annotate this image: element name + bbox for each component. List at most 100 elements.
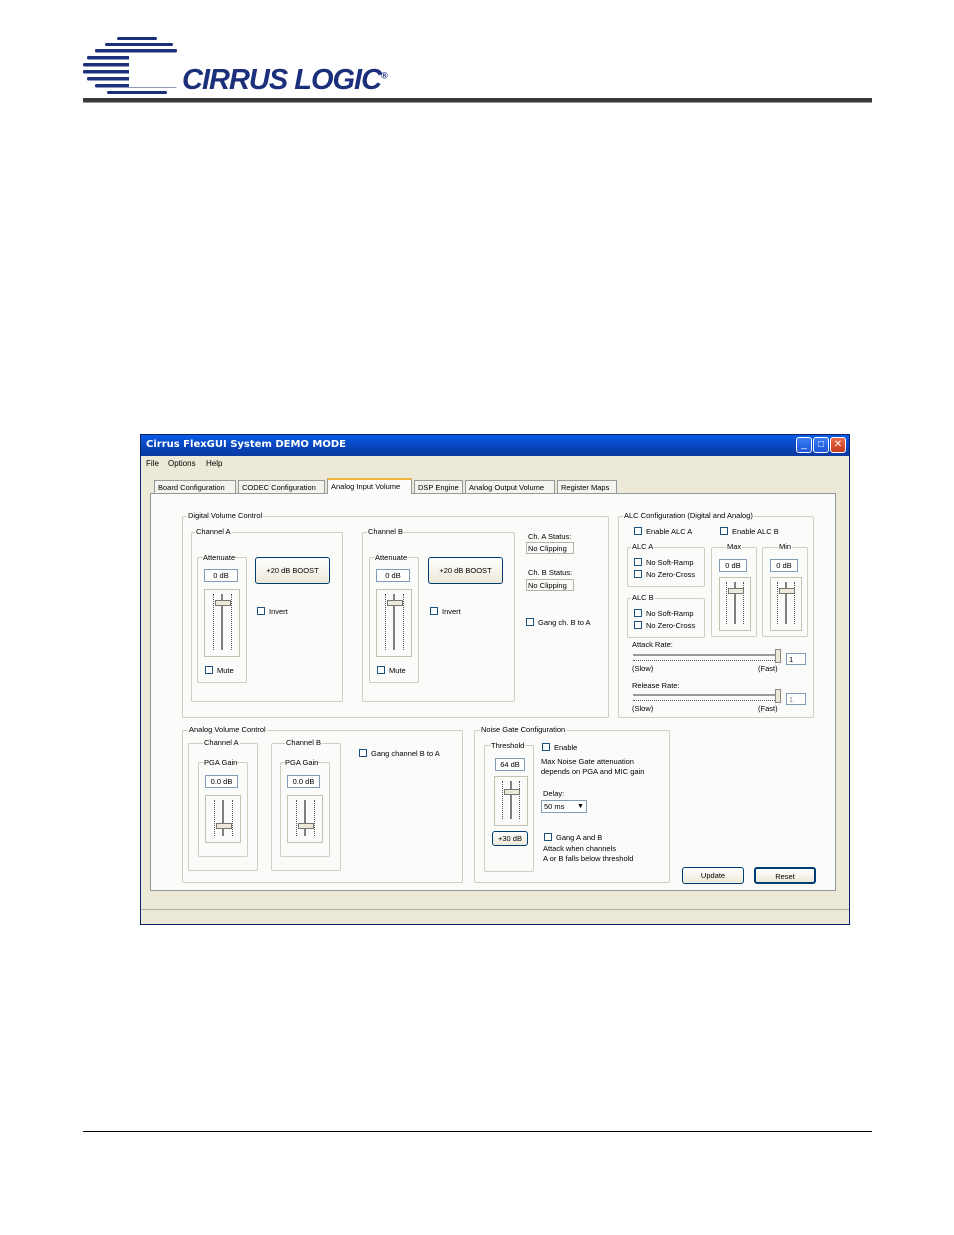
release-rate-label: Release Rate: — [632, 681, 680, 690]
delay-value: 50 ms — [544, 802, 565, 811]
attenuate-a-label: Attenuate — [203, 553, 236, 562]
attack-slow-label: (Slow) — [632, 664, 654, 673]
digital-volume-title: Digital Volume Control — [187, 511, 264, 520]
attack-rate-value[interactable]: 1 — [786, 653, 806, 665]
tab-analog-input-volume[interactable]: Analog Input Volume — [327, 478, 412, 494]
invert-b-checkbox[interactable] — [430, 607, 438, 615]
title-bar[interactable]: Cirrus FlexGUI System DEMO MODE _ □ ✕ — [141, 435, 849, 456]
tab-analog-output-volume[interactable]: Analog Output Volume — [465, 480, 555, 493]
menu-help[interactable]: Help — [206, 459, 222, 468]
digital-channel-b-title: Channel B — [367, 527, 405, 536]
alc-b-soft-ramp-checkbox[interactable] — [634, 609, 642, 617]
alc-min-slider[interactable] — [770, 577, 802, 631]
footer-divider — [83, 1131, 872, 1132]
noise-gate-title: Noise Gate Configuration — [480, 725, 567, 734]
digital-channel-a-title: Channel A — [195, 527, 232, 536]
header-divider — [83, 98, 872, 103]
attenuate-b-label: Attenuate — [375, 553, 408, 562]
attenuate-a-slider[interactable] — [204, 589, 240, 657]
invert-a-checkbox[interactable] — [257, 607, 265, 615]
tab-board-configuration[interactable]: Board Configuration — [154, 480, 236, 493]
update-button[interactable]: Update — [682, 867, 744, 884]
threshold-boost-button[interactable]: +30 dB — [492, 831, 528, 846]
release-rate-thumb[interactable] — [775, 689, 781, 703]
brand-wordmark: CIRRUS LOGIC® — [182, 64, 388, 96]
release-rate-slider[interactable] — [633, 689, 781, 705]
boost-b-button[interactable]: +20 dB BOOST — [428, 557, 503, 584]
alc-min-title: Min — [778, 542, 793, 551]
pga-gain-b-slider[interactable] — [287, 795, 323, 843]
attenuate-b-slider[interactable] — [376, 589, 412, 657]
alc-min-value[interactable]: 0 dB — [770, 559, 798, 572]
status-bar — [141, 909, 849, 925]
mute-a-checkbox[interactable] — [205, 666, 213, 674]
delay-select[interactable]: 50 ms ▼ — [541, 800, 587, 813]
attack-rate-slider[interactable] — [633, 649, 781, 665]
gang-analog-checkbox[interactable] — [359, 749, 367, 757]
pga-gain-a-value[interactable]: 0.0 dB — [205, 775, 238, 788]
analog-channel-b-title: Channel B — [285, 738, 323, 747]
pga-gain-b-value[interactable]: 0.0 dB — [287, 775, 320, 788]
status-a-label: Ch. A Status: — [528, 532, 572, 541]
mute-b-label: Mute — [389, 666, 406, 675]
status-b-label: Ch. B Status: — [528, 568, 573, 577]
app-window: Cirrus FlexGUI System DEMO MODE _ □ ✕ Fi… — [140, 434, 850, 925]
menu-options[interactable]: Options — [168, 459, 196, 468]
gang-digital-checkbox[interactable] — [526, 618, 534, 626]
alc-max-value[interactable]: 0 dB — [719, 559, 747, 572]
noise-gate-enable-label: Enable — [554, 743, 578, 752]
alc-b-group — [627, 598, 705, 638]
attenuate-a-value[interactable]: 0 dB — [204, 569, 238, 582]
threshold-label: Threshold — [491, 741, 525, 750]
enable-alc-b-checkbox[interactable] — [720, 527, 728, 535]
attack-note-1: Attack when channels — [543, 844, 616, 853]
chevron-down-icon[interactable]: ▼ — [576, 802, 585, 811]
noise-gate-enable-checkbox[interactable] — [542, 743, 550, 751]
minimize-button[interactable]: _ — [796, 437, 812, 453]
analog-channel-a-title: Channel A — [203, 738, 240, 747]
release-rate-value[interactable]: 1 — [786, 693, 806, 705]
attack-rate-label: Attack Rate: — [632, 640, 673, 649]
attack-note-2: A or B falls below threshold — [543, 854, 634, 863]
mute-b-checkbox[interactable] — [377, 666, 385, 674]
alc-a-soft-ramp-checkbox[interactable] — [634, 558, 642, 566]
pga-gain-a-label: PGA Gain — [204, 758, 238, 767]
menu-file[interactable]: File — [146, 459, 159, 468]
threshold-value[interactable]: 64 dB — [495, 758, 525, 771]
alc-a-soft-ramp-label: No Soft-Ramp — [646, 558, 694, 567]
alc-b-zero-cross-label: No Zero-Cross — [646, 621, 696, 630]
threshold-slider[interactable] — [494, 776, 528, 826]
mute-a-label: Mute — [217, 666, 234, 675]
pga-gain-a-slider[interactable] — [205, 795, 241, 843]
gang-noise-gate-checkbox[interactable] — [544, 833, 552, 841]
alc-max-title: Max — [726, 542, 743, 551]
alc-b-zero-cross-checkbox[interactable] — [634, 621, 642, 629]
alc-b-soft-ramp-label: No Soft-Ramp — [646, 609, 694, 618]
pga-gain-b-label: PGA Gain — [285, 758, 319, 767]
alc-a-zero-cross-checkbox[interactable] — [634, 570, 642, 578]
release-fast-label: (Fast) — [758, 704, 778, 713]
invert-b-label: Invert — [442, 607, 461, 616]
reset-button[interactable]: Reset — [754, 867, 816, 884]
attack-rate-thumb[interactable] — [775, 649, 781, 663]
enable-alc-b-label: Enable ALC B — [732, 527, 779, 536]
delay-label: Delay: — [543, 789, 565, 798]
status-a-value: No Clipping — [526, 542, 574, 554]
alc-a-zero-cross-label: No Zero-Cross — [646, 570, 696, 579]
analog-volume-title: Analog Volume Control — [188, 725, 267, 734]
attenuate-b-value[interactable]: 0 dB — [376, 569, 410, 582]
boost-a-button[interactable]: +20 dB BOOST — [255, 557, 330, 584]
tab-dsp-engine[interactable]: DSP Engine — [414, 480, 463, 493]
gang-noise-gate-label: Gang A and B — [556, 833, 603, 842]
alc-a-group — [627, 547, 705, 587]
enable-alc-a-checkbox[interactable] — [634, 527, 642, 535]
noise-gate-note-2: depends on PGA and MIC gain — [541, 767, 645, 776]
tab-register-maps[interactable]: Register Maps — [557, 480, 617, 493]
alc-max-slider[interactable] — [719, 577, 751, 631]
noise-gate-note-1: Max Noise Gate attenuation — [541, 757, 634, 766]
close-button[interactable]: ✕ — [830, 437, 846, 453]
release-slow-label: (Slow) — [632, 704, 654, 713]
invert-a-label: Invert — [269, 607, 288, 616]
tab-codec-configuration[interactable]: CODEC Configuration — [238, 480, 325, 493]
maximize-button[interactable]: □ — [813, 437, 829, 453]
